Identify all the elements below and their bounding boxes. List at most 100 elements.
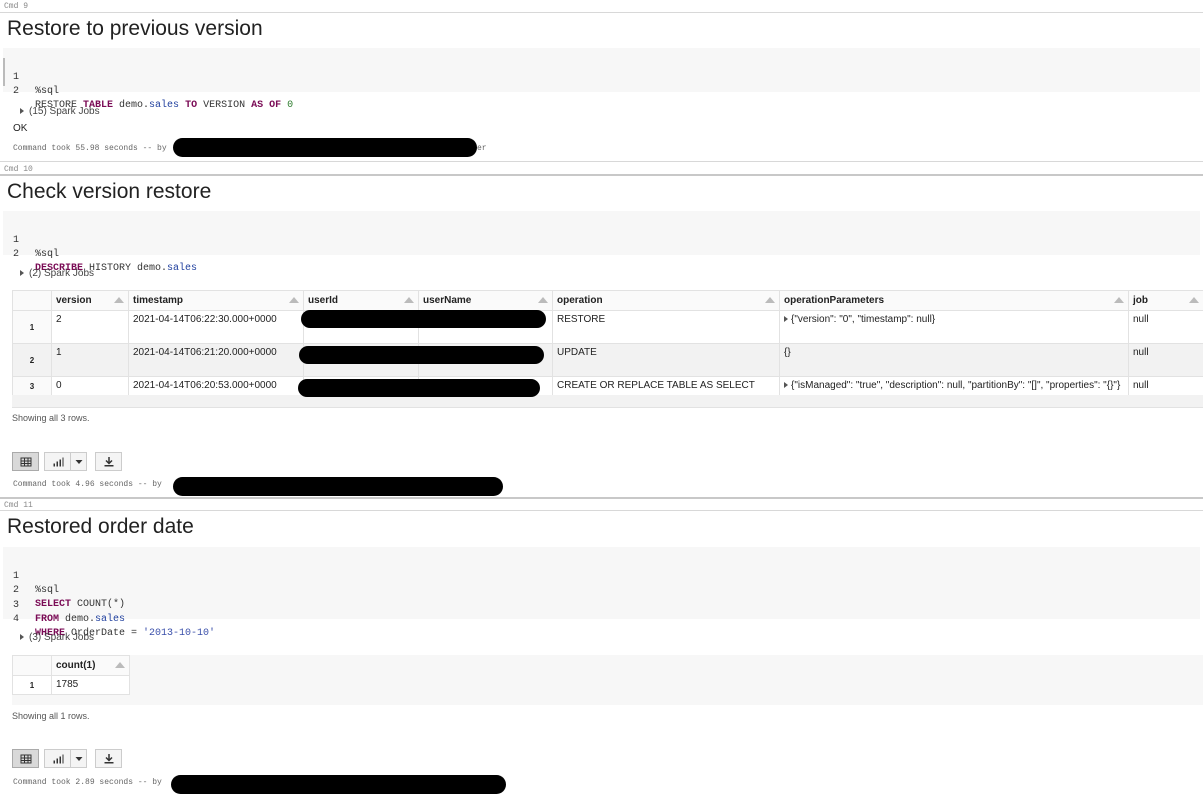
column-header-operationParameters[interactable]: operationParameters (779, 290, 1129, 311)
command-took: Command took 4.96 seconds -- by (13, 480, 162, 489)
line-number: 4 (13, 614, 20, 625)
table-view-button[interactable] (12, 749, 39, 768)
code-token: %sql (35, 249, 60, 260)
download-button[interactable] (95, 452, 122, 471)
cell-count: 1785 (51, 675, 130, 695)
code-token: TO (185, 100, 198, 111)
code-token: AS (251, 100, 264, 111)
spark-jobs-toggle[interactable]: (15) Spark Jobs (20, 106, 100, 117)
row-number-header (12, 655, 52, 676)
row-number-header (12, 290, 52, 311)
download-button[interactable] (95, 749, 122, 768)
line-number: 2 (13, 249, 20, 260)
table-header-row: version timestamp userId userName operat… (12, 290, 1203, 311)
code-token: demo. (113, 100, 150, 111)
sort-up-icon[interactable] (538, 297, 548, 303)
code-line: 2 DESCRIBE HISTORY demo.sales (3, 234, 1200, 274)
row-number: 3 (12, 376, 52, 396)
code-line: 1 %sql (3, 220, 1200, 260)
caret-right-icon (20, 634, 24, 640)
code-token: sales (149, 100, 180, 111)
sort-up-icon[interactable] (1114, 297, 1124, 303)
table-row: 1 2 2021-04-14T06:22:30.000+0000 RESTORE… (12, 310, 1203, 344)
spark-jobs-toggle[interactable]: (2) Spark Jobs (20, 268, 94, 279)
cell-job: null (1128, 376, 1203, 396)
caret-right-icon[interactable] (784, 316, 788, 322)
cell-divider (0, 497, 1203, 499)
table-row: 1 1785 (12, 675, 130, 695)
caret-right-icon (20, 108, 24, 114)
caret-right-icon[interactable] (784, 382, 788, 388)
code-token: OF (269, 100, 282, 111)
cell-job: null (1128, 343, 1203, 377)
cell-title: Restored order date (7, 515, 194, 538)
sort-up-icon[interactable] (765, 297, 775, 303)
table-panel (12, 655, 1203, 705)
cmd-label: Cmd 11 (4, 501, 33, 510)
cell-operationParameters[interactable]: {"isManaged": "true", "description": nul… (779, 376, 1129, 396)
code-line: 3 FROM demo.sales (3, 585, 1200, 625)
spark-jobs-label: (15) Spark Jobs (29, 106, 100, 117)
code-text: FROM demo.sales (35, 613, 125, 627)
row-number: 2 (12, 343, 52, 377)
line-number: 2 (13, 86, 20, 97)
sort-up-icon[interactable] (404, 297, 414, 303)
cell-title: Check version restore (7, 180, 212, 203)
cell-version: 1 (51, 343, 129, 377)
cell-operation: CREATE OR REPLACE TABLE AS SELECT (552, 376, 780, 396)
table-scrollbar[interactable] (12, 395, 1203, 408)
sort-up-icon[interactable] (289, 297, 299, 303)
bar-chart-icon (53, 457, 63, 466)
row-count-text: Showing all 3 rows. (12, 413, 90, 423)
cell-operation: RESTORE (552, 310, 780, 344)
download-icon (104, 753, 113, 763)
code-token: VERSION (197, 100, 252, 111)
code-editor[interactable]: 1 %sql 2 RESTORE TABLE demo.sales TO VER… (3, 48, 1200, 111)
table-icon (20, 754, 31, 763)
redaction-bar (173, 477, 503, 496)
code-token: HISTORY demo. (83, 263, 168, 274)
code-text: %sql (35, 248, 59, 262)
chart-view-button[interactable] (44, 749, 71, 768)
column-header-job[interactable]: job (1128, 290, 1203, 311)
cell-operationParameters[interactable]: {"version": "0", "timestamp": null} (779, 310, 1129, 344)
column-header-operation[interactable]: operation (552, 290, 780, 311)
table-header-row: count(1) (12, 655, 130, 676)
cell-title: Restore to previous version (7, 17, 263, 40)
column-header-timestamp[interactable]: timestamp (128, 290, 304, 311)
row-number: 1 (12, 310, 52, 344)
chart-dropdown-button[interactable] (70, 452, 87, 471)
sort-up-icon[interactable] (115, 662, 125, 668)
column-header-count[interactable]: count(1) (51, 655, 130, 676)
row-count-text: Showing all 1 rows. (12, 711, 90, 721)
sort-up-icon[interactable] (114, 297, 124, 303)
code-token: sales (167, 263, 198, 274)
sort-up-icon[interactable] (1189, 297, 1199, 303)
code-text: %sql (35, 85, 59, 99)
cell-operationParameters: {} (779, 343, 1129, 377)
column-header-userName[interactable]: userName (418, 290, 553, 311)
column-header-userId[interactable]: userId (303, 290, 419, 311)
chart-view-button[interactable] (44, 452, 71, 471)
command-took: Command took 55.98 seconds -- by (13, 144, 167, 153)
redaction-bar (299, 346, 544, 364)
redaction-bar (173, 138, 477, 157)
code-editor[interactable]: 1 %sql 2 SELECT COUNT(*) 3 FROM demo.sal… (3, 547, 1200, 639)
row-number: 1 (12, 675, 52, 695)
code-line: 2 SELECT COUNT(*) (3, 570, 1200, 610)
spark-jobs-toggle[interactable]: (3) Spark Jobs (20, 632, 94, 643)
spark-jobs-label: (2) Spark Jobs (29, 268, 95, 279)
chart-dropdown-button[interactable] (70, 749, 87, 768)
column-header-version[interactable]: version (51, 290, 129, 311)
caret-right-icon (20, 270, 24, 276)
cell-version: 0 (51, 376, 129, 396)
table-row: 2 1 2021-04-14T06:21:20.000+0000 UPDATE … (12, 343, 1203, 377)
table-view-button[interactable] (12, 452, 39, 471)
code-token: demo. (59, 614, 96, 625)
results-table: version timestamp userId userName operat… (12, 290, 1203, 396)
results-table: count(1) 1 1785 (12, 655, 130, 695)
cell-operation: UPDATE (552, 343, 780, 377)
cell-timestamp: 2021-04-14T06:22:30.000+0000 (128, 310, 304, 344)
code-line: 1 %sql (3, 556, 1200, 596)
code-editor[interactable]: 1 %sql 2 DESCRIBE HISTORY demo.sales (3, 211, 1200, 274)
